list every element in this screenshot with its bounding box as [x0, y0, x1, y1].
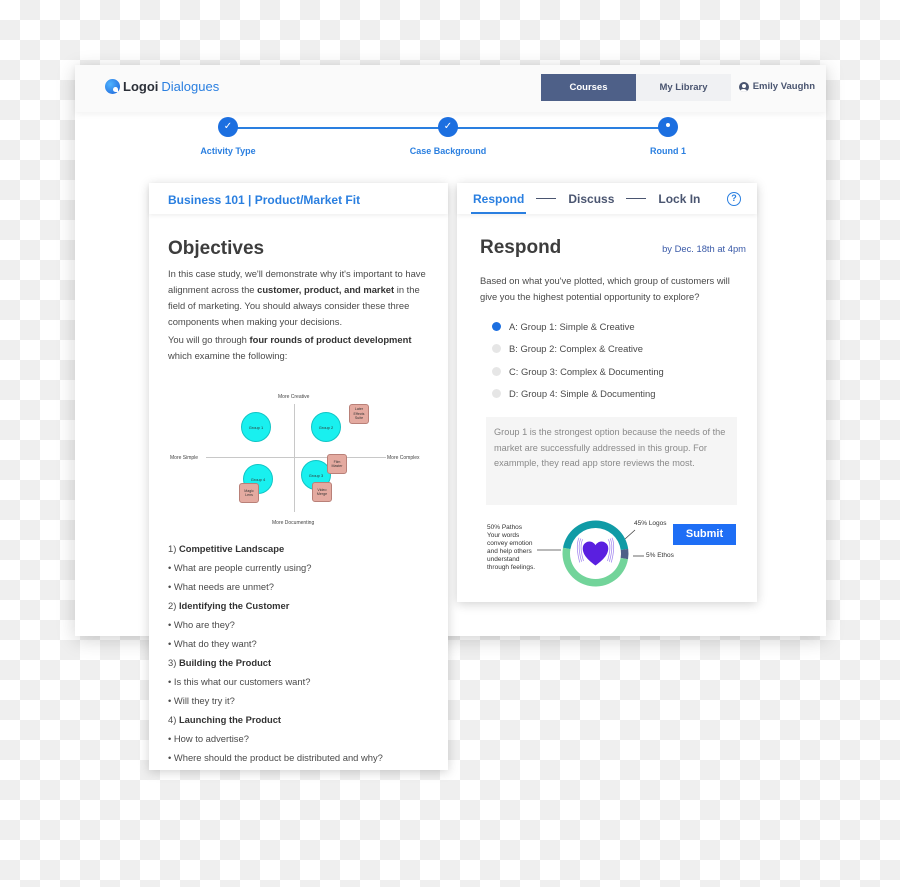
- logos-leader-line: [625, 529, 636, 540]
- check-icon: ✓: [218, 117, 238, 137]
- logo-text-bold: Logoi: [123, 79, 159, 94]
- logo-text-light: Dialogues: [161, 79, 220, 94]
- step-case-background[interactable]: ✓ Case Background: [388, 117, 508, 156]
- main-nav: Courses My Library: [541, 74, 731, 101]
- tab-discuss[interactable]: Discuss: [568, 192, 614, 206]
- horizontal-axis: [206, 457, 386, 458]
- logo-icon: [105, 79, 120, 94]
- product-magic-lens: Magic Lens: [239, 483, 259, 503]
- radio-button[interactable]: [492, 389, 501, 399]
- radio-button[interactable]: [492, 321, 501, 331]
- axis-label-bottom: More Documenting: [272, 520, 315, 526]
- axis-label-top: More Creative: [278, 394, 310, 400]
- objectives-heading: Objectives: [168, 238, 265, 259]
- answer-options: A: Group 1: Simple & Creative B: Group 2:…: [492, 315, 664, 405]
- product-video-merge: Video Merge: [312, 482, 332, 502]
- step-label: Activity Type: [200, 146, 256, 156]
- tab-divider: [536, 198, 557, 199]
- round-bullet: • Where should the product be distribute…: [168, 752, 383, 763]
- user-name: Emily Vaughn: [752, 81, 815, 92]
- round-bullet: • What needs are unmet?: [168, 581, 274, 592]
- radio-button[interactable]: [492, 344, 501, 354]
- step-label: Round 1: [650, 146, 686, 156]
- axis-label-right: More Complex: [387, 455, 420, 461]
- step-activity-type[interactable]: ✓ Activity Type: [168, 117, 288, 156]
- pathos-annotation: 50% Pathos Your words convey emotion and…: [487, 524, 536, 571]
- radio-button[interactable]: [492, 366, 501, 376]
- group-2-bubble: Group 2: [311, 412, 341, 442]
- user-menu[interactable]: Emily Vaughn: [738, 81, 815, 92]
- respond-card: Respond Discuss Lock In ? Respond by Dec…: [457, 183, 757, 602]
- answer-option[interactable]: D: Group 4: Simple & Documenting: [492, 383, 664, 406]
- objectives-card: Business 101 | Product/Market Fit Object…: [149, 183, 448, 770]
- round-bullet: • Who are they?: [168, 619, 235, 630]
- axis-label-left: More Simple: [170, 455, 199, 461]
- logo[interactable]: Logoi Dialogues: [105, 79, 219, 94]
- tab-divider: [626, 198, 647, 199]
- activity-tabs: Respond Discuss Lock In ?: [457, 183, 757, 214]
- option-label: D: Group 4: Simple & Documenting: [509, 388, 656, 400]
- round-heading: 2) Identifying the Customer: [168, 600, 290, 611]
- option-label: A: Group 1: Simple & Creative: [509, 320, 635, 332]
- group-1-bubble: Group 1: [241, 412, 271, 442]
- answer-textarea[interactable]: Group 1 is the strongest option because …: [486, 417, 737, 505]
- answer-option[interactable]: B: Group 2: Complex & Creative: [492, 338, 664, 361]
- nav-tab-my-library[interactable]: My Library: [636, 74, 731, 101]
- product-later-effects-suite: Later Effects Suite: [349, 404, 369, 424]
- due-date: by Dec. 18th at 4pm: [662, 243, 746, 254]
- option-label: B: Group 2: Complex & Creative: [509, 343, 643, 355]
- product-film-master: Film Master: [327, 454, 347, 474]
- submit-button[interactable]: Submit: [673, 524, 736, 545]
- round-heading: 1) Competitive Landscape: [168, 543, 285, 554]
- question-text: Based on what you've plotted, which grou…: [480, 275, 730, 302]
- check-icon: ✓: [438, 117, 458, 137]
- tab-respond[interactable]: Respond: [470, 192, 527, 214]
- help-icon[interactable]: ?: [727, 192, 741, 206]
- round-heading: 3) Building the Product: [168, 657, 272, 668]
- user-circle-icon: [738, 81, 749, 92]
- nav-tab-courses[interactable]: Courses: [541, 74, 636, 101]
- round-heading: 4) Launching the Product: [168, 714, 282, 725]
- round-bullet: • How to advertise?: [168, 733, 249, 744]
- step-label: Case Background: [409, 146, 487, 156]
- top-bar: Logoi Dialogues Courses My Library Emily…: [75, 65, 826, 112]
- option-label: C: Group 3: Complex & Documenting: [509, 365, 664, 377]
- round-bullet: • What are people currently using?: [168, 562, 312, 573]
- progress-stepper: ✓ Activity Type ✓ Case Background Round …: [75, 117, 826, 167]
- appeal-donut-chart: [562, 520, 629, 587]
- answer-option[interactable]: A: Group 1: Simple & Creative: [492, 315, 664, 338]
- logos-annotation: 45% Logos: [634, 520, 667, 527]
- step-round-1[interactable]: Round 1: [608, 117, 728, 156]
- rounds-intro: You will go through four rounds of produ…: [168, 334, 412, 361]
- rounds-list: 1) Competitive Landscape • What are peopl…: [168, 539, 429, 767]
- customer-quadrant-diagram: More Creative More Documenting More Simp…: [164, 382, 429, 527]
- heart-icon: [582, 541, 609, 566]
- intro-paragraph: In this case study, we'll demonstrate wh…: [168, 268, 426, 327]
- course-title: Business 101 | Product/Market Fit: [149, 183, 448, 214]
- round-bullet: • What do they want?: [168, 638, 257, 649]
- tab-lock-in[interactable]: Lock In: [658, 192, 700, 206]
- ethos-leader-line: [633, 555, 644, 557]
- answer-option[interactable]: C: Group 3: Complex & Documenting: [492, 360, 664, 383]
- dot-icon: [658, 117, 678, 137]
- round-bullet: • Is this what our customers want?: [168, 676, 311, 687]
- round-bullet: • Will they try it?: [168, 695, 235, 706]
- appeal-breakdown: 50% Pathos Your words convey emotion and…: [487, 516, 677, 596]
- ethos-annotation: 5% Ethos: [646, 552, 674, 559]
- respond-heading: Respond: [480, 237, 562, 258]
- vertical-axis: [294, 404, 295, 512]
- donut-segment-ethos: [620, 548, 629, 560]
